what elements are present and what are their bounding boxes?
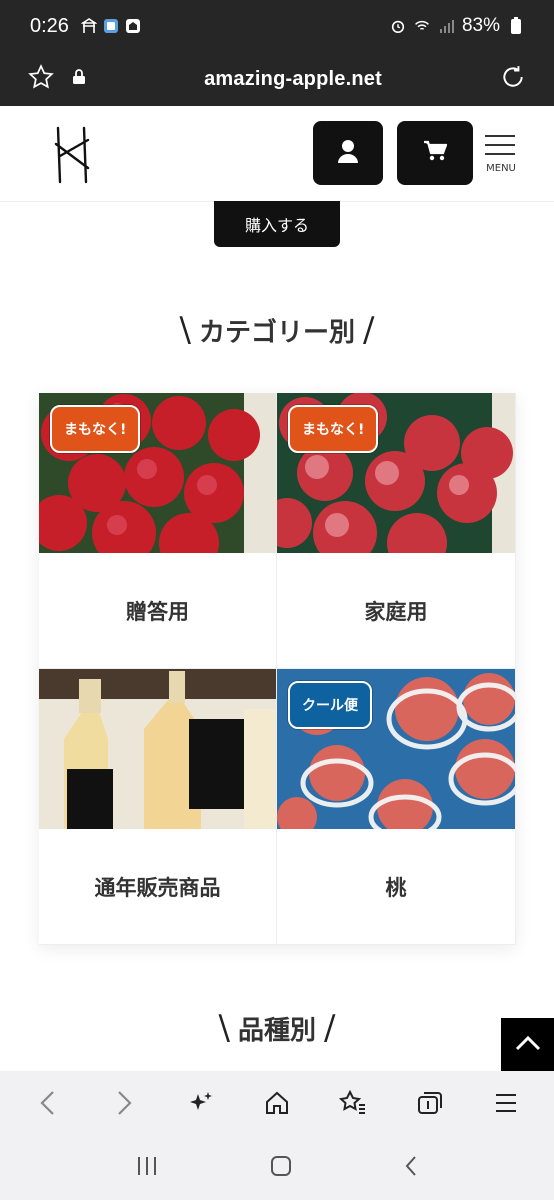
- user-icon: [337, 139, 359, 167]
- hamburger-line: [485, 153, 515, 155]
- category-card-peach[interactable]: クール便 桃: [277, 669, 516, 945]
- category-card-home[interactable]: まもなく! 家庭用: [277, 393, 516, 669]
- recent-apps-icon[interactable]: [135, 1155, 159, 1181]
- wifi-icon: [414, 18, 430, 34]
- slash-decoration: \: [218, 1008, 230, 1048]
- lock-icon: [72, 69, 86, 89]
- apple-juice-bottles-image: [39, 669, 276, 829]
- system-nav-bar: [0, 1135, 554, 1200]
- category-title-text: カテゴリー別: [198, 318, 355, 348]
- reload-icon[interactable]: [500, 64, 526, 94]
- coming-soon-badge: まもなく!: [50, 405, 141, 453]
- category-label: 通年販売商品: [94, 876, 221, 900]
- notification-icons: [80, 18, 141, 34]
- slash-decoration: \: [179, 310, 191, 350]
- home-icon[interactable]: [259, 1085, 295, 1121]
- home-app-icon: [125, 18, 141, 34]
- menu-label: MENU: [486, 163, 516, 174]
- hamburger-line: [485, 135, 515, 137]
- variety-section-title: \ 品種別 /: [0, 1008, 554, 1048]
- status-bar: 0:26 83%: [0, 0, 554, 52]
- tabs-icon[interactable]: [412, 1085, 448, 1121]
- battery-icon: [508, 17, 524, 34]
- browser-url-bar: amazing-apple.net: [0, 52, 554, 106]
- browser-bottom-nav: [0, 1071, 554, 1135]
- category-section-title: \ カテゴリー別 /: [0, 310, 554, 350]
- battery-percent: 83%: [461, 15, 500, 36]
- system-back-icon[interactable]: [403, 1154, 419, 1182]
- site-header: MENU: [0, 106, 554, 202]
- sparkle-icon[interactable]: [183, 1085, 219, 1121]
- buy-button[interactable]: 購入する: [214, 201, 340, 247]
- account-button[interactable]: [313, 121, 383, 185]
- app-icon: [103, 18, 119, 34]
- cool-delivery-badge: クール便: [288, 681, 372, 729]
- category-card-gift[interactable]: まもなく! 贈答用: [39, 393, 277, 669]
- home-button-icon[interactable]: [269, 1154, 293, 1182]
- slash-decoration: /: [363, 310, 375, 350]
- back-icon[interactable]: [30, 1085, 66, 1121]
- category-label: 贈答用: [126, 600, 189, 624]
- alarm-icon: [390, 18, 406, 34]
- slash-decoration: /: [324, 1008, 336, 1048]
- variety-title-text: 品種別: [237, 1016, 316, 1046]
- chevron-up-icon: [514, 1034, 542, 1056]
- shrine-icon: [80, 18, 97, 34]
- category-label: 家庭用: [364, 600, 428, 624]
- back-to-top-button[interactable]: [501, 1018, 554, 1071]
- hamburger-line: [485, 144, 515, 146]
- menu-button[interactable]: MENU: [484, 135, 518, 175]
- bookmark-star-icon[interactable]: [28, 64, 54, 94]
- cart-icon: [423, 140, 448, 166]
- coming-soon-badge: まもなく!: [288, 405, 379, 453]
- signal-icon: [438, 18, 454, 34]
- forward-icon[interactable]: [106, 1085, 142, 1121]
- status-right: 83%: [390, 15, 524, 37]
- cart-button[interactable]: [397, 121, 473, 185]
- category-label: 桃: [385, 876, 407, 900]
- category-card-yearround[interactable]: 通年販売商品: [39, 669, 277, 945]
- category-grid: まもなく! 贈答用 まもなく! 家庭用 通年販売商品 クール便 桃: [39, 393, 516, 945]
- browser-menu-icon[interactable]: [488, 1085, 524, 1121]
- status-time: 0:26: [30, 14, 69, 37]
- bookmarks-icon[interactable]: [335, 1085, 371, 1121]
- site-logo[interactable]: [50, 126, 94, 184]
- url-text[interactable]: amazing-apple.net: [86, 68, 500, 91]
